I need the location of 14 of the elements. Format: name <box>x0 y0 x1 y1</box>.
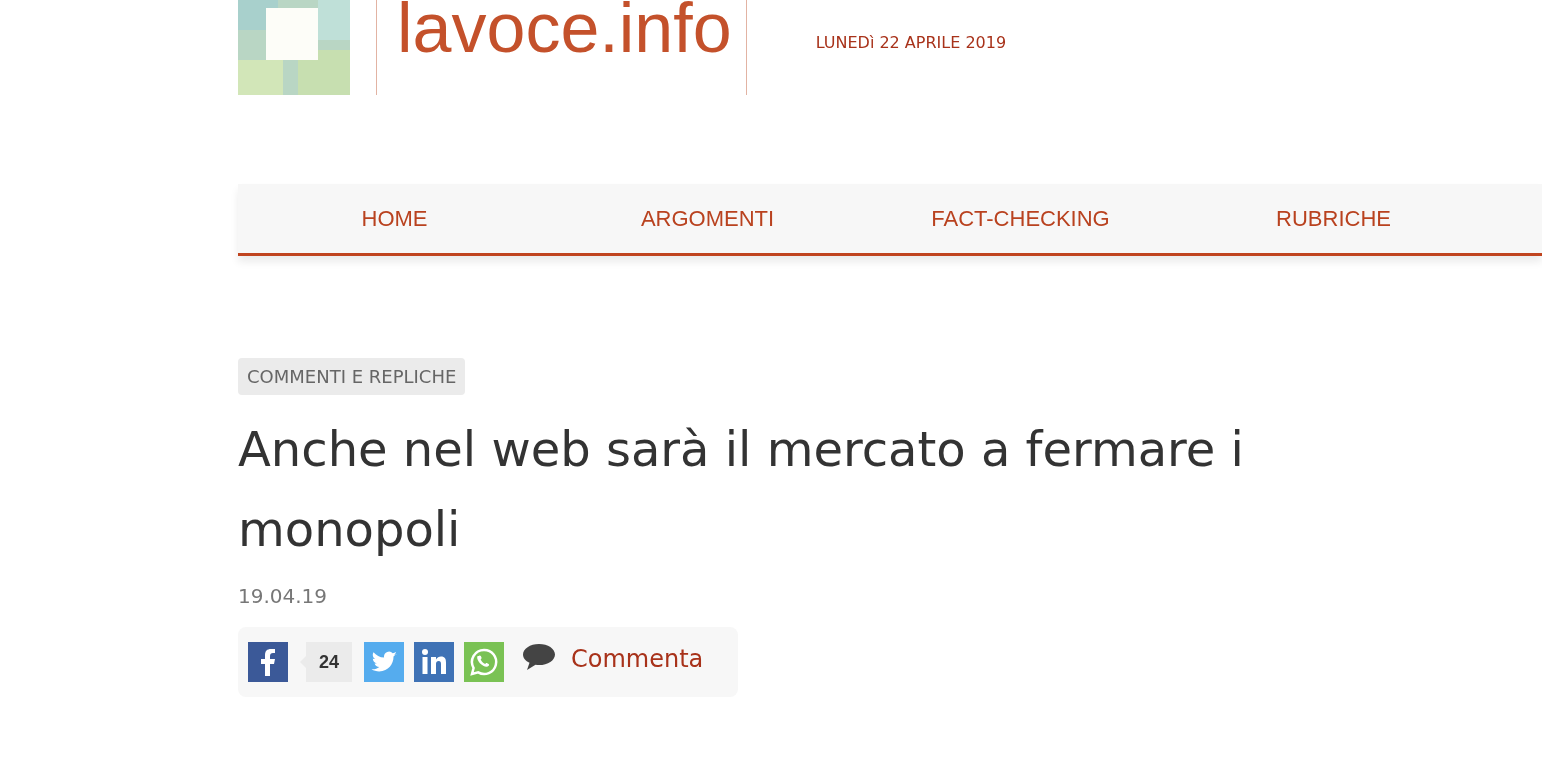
article-title: Anche nel web sarà il mercato a fermare i monopoli <box>238 420 1245 559</box>
current-date: LUNEDì 22 APRILE 2019 <box>815 32 1007 54</box>
nav-link[interactable]: ARGOMENTI <box>551 202 864 235</box>
linkedin-icon[interactable] <box>414 642 454 682</box>
article-date: 19.04.19 <box>238 583 329 610</box>
nav-link[interactable]: FACT-CHECKING <box>864 202 1177 235</box>
nav-link[interactable]: RUBRICHE <box>1177 202 1490 235</box>
speech-bubble-icon[interactable] <box>522 642 556 672</box>
facebook-icon[interactable] <box>248 642 288 682</box>
category-tag[interactable]: COMMENTI E REPLICHE <box>238 358 466 395</box>
logo-text[interactable]: lavoce.info <box>397 0 732 78</box>
share-count: 24 <box>300 642 352 682</box>
comment-link[interactable]: Commenta <box>571 641 704 677</box>
nav-link[interactable]: HOME <box>238 202 551 235</box>
